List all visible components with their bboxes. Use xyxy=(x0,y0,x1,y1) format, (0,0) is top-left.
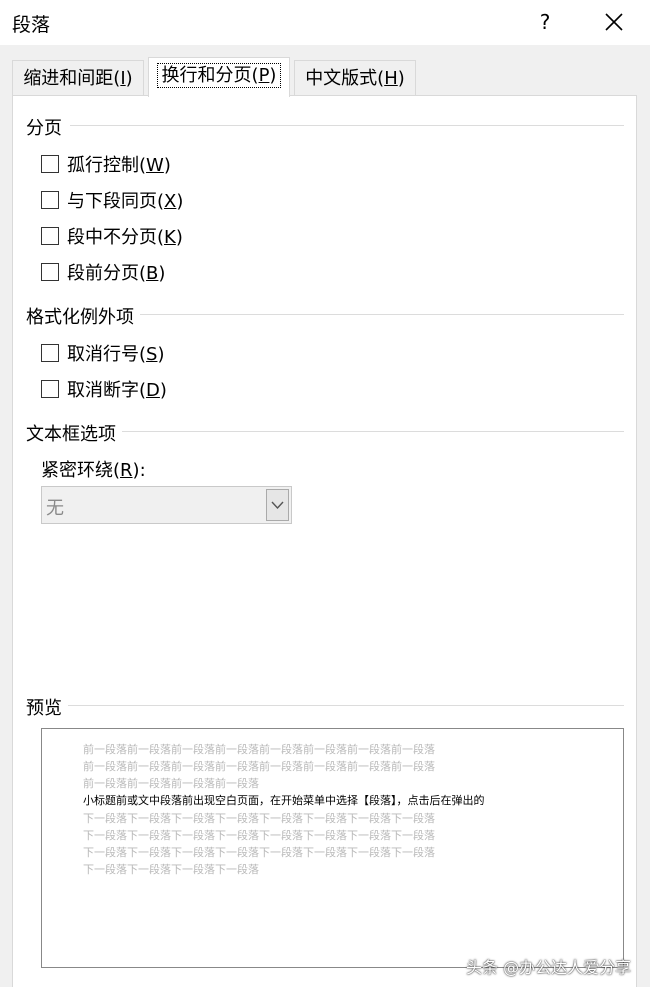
preview-after-line: 下一段落下一段落下一段落下一段落 xyxy=(83,863,259,876)
section-heading-pagination: 分页 xyxy=(26,114,66,140)
checkbox-label: 段中不分页(K) xyxy=(67,227,183,248)
preview-after-line: 下一段落下一段落下一段落下一段落下一段落下一段落下一段落下一段落 xyxy=(83,829,435,842)
title-bar: 段落 ? xyxy=(0,0,650,45)
preview-before-line: 前一段落前一段落前一段落前一段落前一段落前一段落前一段落前一段落 xyxy=(83,743,435,756)
close-button[interactable] xyxy=(597,5,631,39)
dropdown-button[interactable] xyxy=(266,489,289,521)
section-divider xyxy=(68,705,624,706)
checkbox-label: 孤行控制(W) xyxy=(67,155,171,176)
preview-before-line: 前一段落前一段落前一段落前一段落 xyxy=(83,777,259,790)
checkbox-box[interactable] xyxy=(41,227,59,245)
section-divider xyxy=(140,314,624,315)
tab-asian-typography[interactable]: 中文版式(H) xyxy=(294,60,416,96)
section-divider xyxy=(122,431,624,432)
checkbox-suppress-line-numbers[interactable]: 取消行号(S) xyxy=(41,341,165,365)
preview-after-line: 下一段落下一段落下一段落下一段落下一段落下一段落下一段落下一段落 xyxy=(83,846,435,859)
close-icon xyxy=(605,13,623,31)
section-heading-formatting-exceptions: 格式化例外项 xyxy=(26,303,138,329)
preview-before-line: 前一段落前一段落前一段落前一段落前一段落前一段落前一段落前一段落 xyxy=(83,760,435,773)
section-divider xyxy=(70,125,624,126)
checkbox-box[interactable] xyxy=(41,155,59,173)
preview-after-line: 下一段落下一段落下一段落下一段落下一段落下一段落下一段落下一段落 xyxy=(83,812,435,825)
tight-wrap-label: 紧密环绕(R): xyxy=(41,460,146,481)
checkbox-keep-lines-together[interactable]: 段中不分页(K) xyxy=(41,224,183,248)
preview-sample-line: 小标题前或文中段落前出现空白页面，在开始菜单中选择【段落】，点击后在弹出的 xyxy=(83,794,485,807)
checkbox-page-break-before[interactable]: 段前分页(B) xyxy=(41,260,165,284)
checkbox-keep-with-next[interactable]: 与下段同页(X) xyxy=(41,188,183,212)
checkbox-label: 与下段同页(X) xyxy=(67,191,184,212)
tight-wrap-value: 无 xyxy=(46,498,64,519)
section-heading-textbox-options: 文本框选项 xyxy=(26,420,120,446)
checkbox-dont-hyphenate[interactable]: 取消断字(D) xyxy=(41,377,167,401)
checkbox-label: 段前分页(B) xyxy=(67,263,166,284)
dialog-title: 段落 xyxy=(12,14,51,36)
watermark: 头条 @办公达人爱分享 xyxy=(466,958,632,977)
chevron-down-icon xyxy=(271,501,284,510)
tab-indents-and-spacing[interactable]: 缩进和间距(I) xyxy=(12,60,144,96)
checkbox-box[interactable] xyxy=(41,191,59,209)
checkbox-box[interactable] xyxy=(41,380,59,398)
tab-label: 换行和分页(P) xyxy=(156,63,282,88)
checkbox-widow-control[interactable]: 孤行控制(W) xyxy=(41,152,171,176)
tight-wrap-select[interactable]: 无 xyxy=(41,486,292,524)
section-heading-preview: 预览 xyxy=(26,694,66,720)
checkbox-label: 取消断字(D) xyxy=(67,380,167,401)
help-button[interactable]: ? xyxy=(534,7,556,37)
tab-line-and-page-breaks[interactable]: 换行和分页(P) xyxy=(148,57,290,97)
checkbox-box[interactable] xyxy=(41,344,59,362)
checkbox-label: 取消行号(S) xyxy=(67,344,165,365)
checkbox-box[interactable] xyxy=(41,263,59,281)
